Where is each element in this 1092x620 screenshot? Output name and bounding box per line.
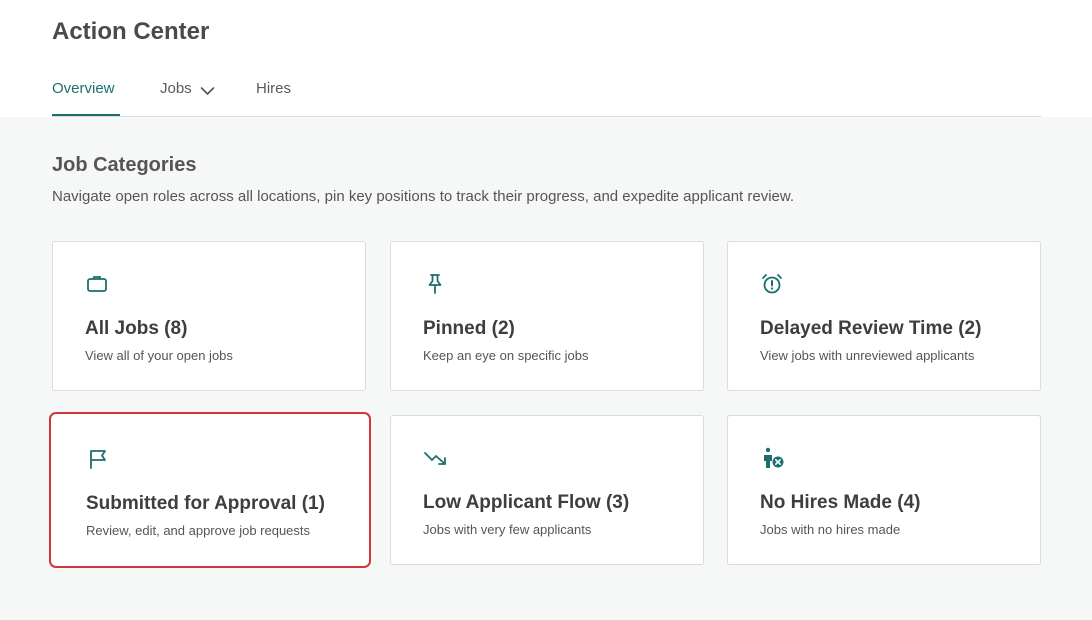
- tab-bar: Overview Jobs Hires: [52, 78, 1041, 117]
- card-description: Review, edit, and approve job requests: [86, 523, 311, 538]
- chevron-down-icon: [200, 83, 215, 100]
- tab-label: Hires: [256, 80, 292, 97]
- tab-label: Overview: [52, 80, 115, 97]
- tab-divider: [52, 116, 1041, 117]
- section-title: Job Categories: [52, 154, 197, 176]
- card-description: Jobs with no hires made: [760, 522, 901, 537]
- card-description: Keep an eye on specific jobs: [423, 348, 589, 363]
- card-description: View all of your open jobs: [85, 348, 233, 363]
- card-no-hires-made[interactable]: No Hires Made (4) Jobs with no hires mad…: [727, 415, 1041, 565]
- card-description: Jobs with very few applicants: [423, 522, 592, 537]
- person-x-icon: [760, 446, 784, 470]
- section-description: Navigate open roles across all locations…: [52, 188, 795, 205]
- tab-hires[interactable]: Hires: [256, 78, 291, 117]
- card-title: Delayed Review Time (2): [760, 318, 982, 339]
- card-title: All Jobs (8): [85, 318, 188, 339]
- card-title: Submitted for Approval (1): [86, 493, 325, 514]
- tab-jobs[interactable]: Jobs: [160, 78, 215, 117]
- card-delayed-review[interactable]: Delayed Review Time (2) View jobs with u…: [727, 241, 1041, 391]
- card-submitted-for-approval[interactable]: Submitted for Approval (1) Review, edit,…: [49, 412, 371, 568]
- pin-icon: [423, 272, 447, 296]
- card-title: Low Applicant Flow (3): [423, 492, 630, 513]
- card-all-jobs[interactable]: All Jobs (8) View all of your open jobs: [52, 241, 366, 391]
- page-title: Action Center: [52, 18, 210, 45]
- alarm-clock-icon: [760, 272, 784, 296]
- card-description: View jobs with unreviewed applicants: [760, 348, 975, 363]
- tab-overview[interactable]: Overview: [52, 78, 120, 117]
- briefcase-icon: [85, 272, 109, 296]
- flag-icon: [86, 447, 110, 471]
- card-low-applicant-flow[interactable]: Low Applicant Flow (3) Jobs with very fe…: [390, 415, 704, 565]
- card-title: No Hires Made (4): [760, 492, 921, 513]
- trending-down-icon: [423, 446, 447, 470]
- tab-label: Jobs: [160, 80, 192, 97]
- card-title: Pinned (2): [423, 318, 515, 339]
- card-pinned[interactable]: Pinned (2) Keep an eye on specific jobs: [390, 241, 704, 391]
